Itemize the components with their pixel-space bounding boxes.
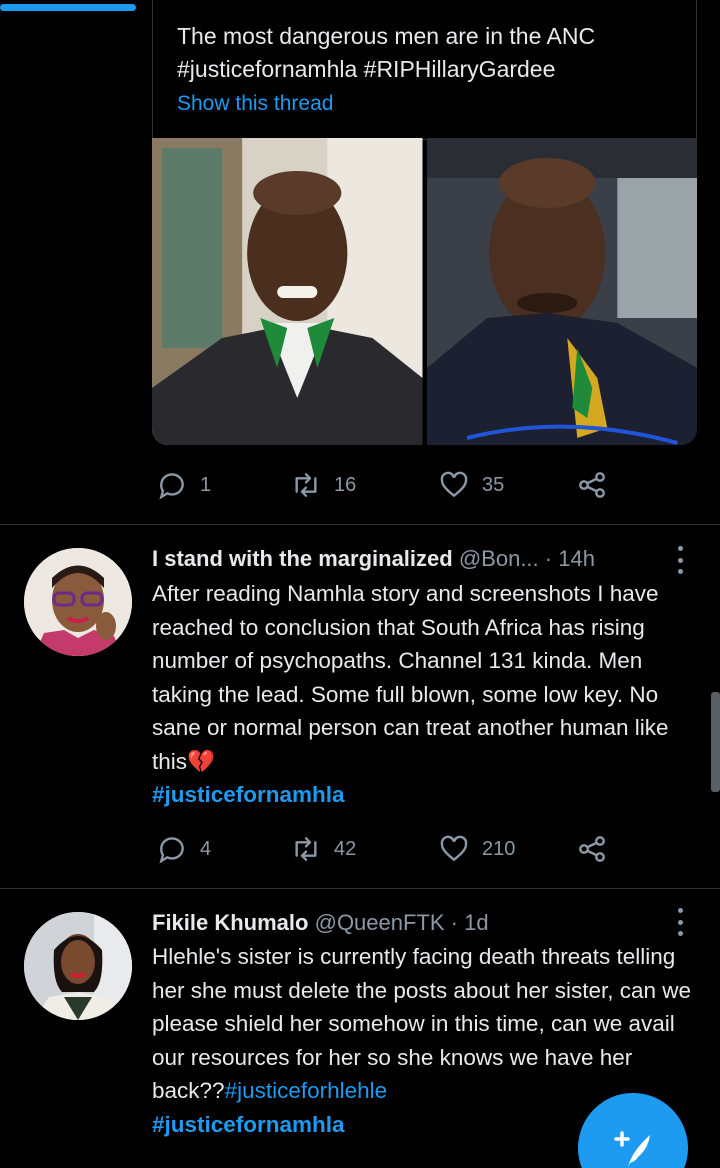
retweet-count: 16 xyxy=(334,473,357,496)
reply-count: 4 xyxy=(200,837,212,860)
like-icon xyxy=(440,471,468,498)
avatar[interactable] xyxy=(24,912,132,1020)
retweet-button[interactable]: 16 xyxy=(290,469,356,501)
display-name[interactable]: I stand with the marginalized xyxy=(152,546,453,571)
reply-button[interactable]: 1 xyxy=(156,469,211,501)
tweet-text: After reading Namhla story and screensho… xyxy=(152,577,697,812)
tweet-divider xyxy=(0,524,720,525)
tweet-photos[interactable] xyxy=(152,138,697,445)
share-button[interactable] xyxy=(576,833,608,865)
tweet-time: · 14h xyxy=(544,546,595,571)
retweet-icon xyxy=(295,837,317,861)
share-icon xyxy=(579,472,605,498)
more-icon[interactable] xyxy=(672,908,688,936)
hashtag-link[interactable]: #justicefornamhla xyxy=(152,1112,345,1137)
tweet-header: I stand with the marginalized @Bon... · … xyxy=(152,546,595,572)
share-icon xyxy=(579,836,605,862)
like-count: 210 xyxy=(482,837,516,860)
like-button[interactable]: 35 xyxy=(438,469,504,501)
photo-1[interactable] xyxy=(152,138,423,445)
quoted-tweet-text: The most dangerous men are in the ANC #j… xyxy=(177,23,596,82)
like-button[interactable]: 210 xyxy=(438,833,515,865)
retweet-count: 42 xyxy=(334,837,357,860)
reply-icon xyxy=(159,837,184,864)
more-icon[interactable] xyxy=(672,546,688,574)
retweet-icon xyxy=(295,473,317,497)
hashtag-link[interactable]: #justiceforhlehle xyxy=(225,1078,388,1103)
compose-icon xyxy=(614,1131,650,1167)
reply-icon xyxy=(159,473,184,500)
like-icon xyxy=(440,835,468,862)
photo-2[interactable] xyxy=(426,138,697,445)
tweet-time: · 1d xyxy=(450,910,489,935)
tweet-divider xyxy=(0,888,720,889)
reply-button[interactable]: 4 xyxy=(156,833,211,865)
reply-count: 1 xyxy=(200,473,212,496)
tab-indicator xyxy=(0,4,136,11)
user-handle[interactable]: @Bon... xyxy=(459,546,539,571)
show-thread-link[interactable]: Show this thread xyxy=(177,92,333,116)
user-handle[interactable]: @QueenFTK xyxy=(315,910,445,935)
display-name[interactable]: Fikile Khumalo xyxy=(152,910,308,935)
avatar[interactable] xyxy=(24,548,132,656)
tweet-body-text: After reading Namhla story and screensho… xyxy=(152,581,669,774)
like-count: 35 xyxy=(482,473,505,496)
tweet-header: Fikile Khumalo @QueenFTK · 1d xyxy=(152,910,489,936)
share-button[interactable] xyxy=(576,469,608,501)
tweet-actions: 1 16 35 xyxy=(152,465,622,505)
retweet-button[interactable]: 42 xyxy=(290,833,356,865)
quoted-tweet-card[interactable]: The most dangerous men are in the ANC #j… xyxy=(152,0,697,140)
hashtag-link[interactable]: #justicefornamhla xyxy=(152,782,345,807)
tweet-actions: 4 42 210 xyxy=(152,829,622,869)
scrollbar[interactable] xyxy=(711,692,720,792)
